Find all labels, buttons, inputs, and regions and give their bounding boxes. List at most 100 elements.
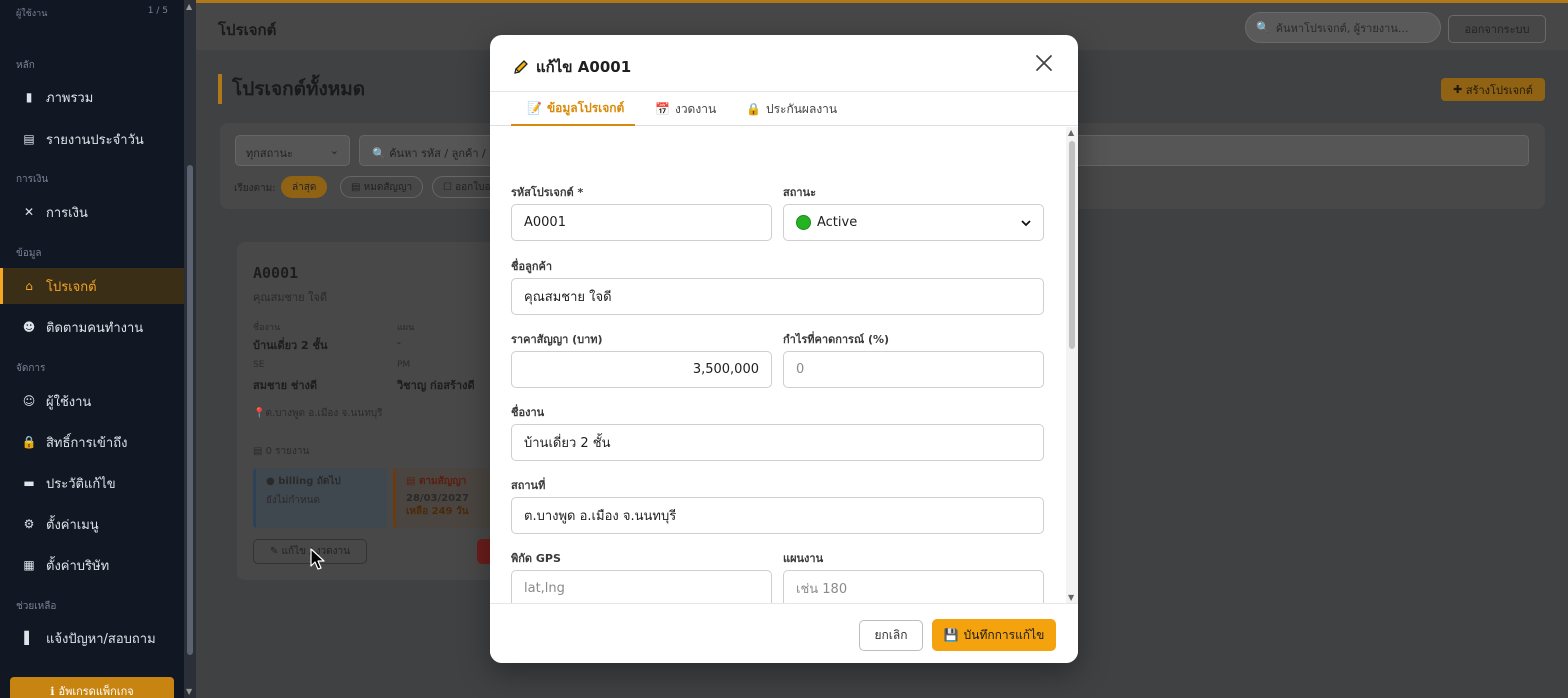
project-location-text: ต.บางพูด อ.เมือง จ.นนทบุรี xyxy=(265,408,383,419)
global-search-input[interactable]: 🔍 ค้นหาโปรเจกต์, ผู้รายงาน... xyxy=(1245,12,1441,43)
tab-installments[interactable]: 📅 งวดงาน xyxy=(655,92,716,126)
sidebar-page-indicator: 1 / 5 xyxy=(147,6,168,16)
coin-icon: ● xyxy=(266,476,279,487)
floppy-disk-icon: 💾 xyxy=(943,628,959,642)
scroll-down-icon[interactable]: ▼ xyxy=(1068,593,1074,602)
sidebar-item-label: ตั้งค่าเมนู xyxy=(46,517,99,533)
scroll-down-icon[interactable]: ▼ xyxy=(186,687,192,696)
sidebar-item-projects[interactable]: ⌂ โปรเจกต์ xyxy=(0,268,184,304)
book-icon: ▌ xyxy=(24,631,34,645)
profit-label: กำไรที่คาดการณ์ (%) xyxy=(783,333,890,346)
users-icon: ☺ xyxy=(22,394,36,408)
project-search-placeholder: ค้นหา รหัส / ลูกค้า / xyxy=(389,147,486,160)
status-value-text: Active xyxy=(817,215,858,230)
global-search-placeholder: ค้นหาโปรเจกต์, ผู้รายงาน... xyxy=(1275,21,1409,35)
sidebar-item-overview[interactable]: ▮ ภาพรวม xyxy=(0,79,184,115)
tab-label: งวดงาน xyxy=(674,101,717,116)
gps-label: พิกัด GPS xyxy=(511,552,561,565)
money-icon: ✕ xyxy=(23,205,35,219)
sidebar-item-menu-settings[interactable]: ⚙ ตั้งค่าเมนู xyxy=(0,506,184,542)
section-finance: การเงิน xyxy=(16,174,49,185)
edit-project-modal: แก้ไข A0001 📝 ข้อมูลโปรเจกต์ 📅 งวดงาน 🔒 … xyxy=(490,35,1078,663)
create-project-label: สร้างโปรเจกต์ xyxy=(1465,83,1533,97)
gps-input[interactable]: lat,lng xyxy=(511,570,772,603)
billing-value: ยังไม่กำหนด xyxy=(266,495,320,506)
sort-chip-latest[interactable]: ล่าสุด xyxy=(281,176,328,198)
close-icon[interactable] xyxy=(1034,53,1054,73)
upgrade-button[interactable]: ℹ อัพเกรดแพ็กเกจ xyxy=(10,677,174,698)
status-select[interactable]: Active xyxy=(783,204,1044,241)
job-name-label: ชื่องาน xyxy=(511,406,545,419)
document-icon: ▤ xyxy=(406,476,419,487)
pin-icon: 📍 xyxy=(253,408,266,419)
create-project-button[interactable]: ✚ สร้างโปรเจกต์ xyxy=(1441,78,1545,101)
section-main: หลัก xyxy=(16,60,35,71)
sidebar-item-label: รายงานประจำวัน xyxy=(46,132,144,148)
sidebar-scrollbar[interactable]: ▲ ▼ xyxy=(184,0,196,698)
pm-label: PM xyxy=(397,360,411,370)
scroll-up-icon[interactable]: ▲ xyxy=(1068,128,1074,137)
place-label: สถานที่ xyxy=(511,479,546,492)
code-label: รหัสโปรเจกต์ * xyxy=(511,186,584,199)
modal-header: แก้ไข A0001 xyxy=(490,35,1078,92)
upgrade-label: อัพเกรดแพ็กเกจ xyxy=(58,685,134,698)
modal-tabs: 📝 ข้อมูลโปรเจกต์ 📅 งวดงาน 🔒 ประกันผลงาน xyxy=(490,92,1078,126)
project-card[interactable]: A0001 คุณสมชาย ใจดี ชื่องาน บ้านเดี่ยว 2… xyxy=(237,242,497,580)
code-input[interactable]: A0001 xyxy=(511,204,772,241)
modal-form: รหัสโปรเจกต์ * A0001 สถานะ Active ชื่อลู… xyxy=(490,127,1066,603)
modal-title-text: แก้ไข A0001 xyxy=(536,58,632,76)
save-label: บันทึกการแก้ไข xyxy=(963,627,1045,642)
report-count: ▤ 0 รายงาน xyxy=(253,444,309,459)
logout-button[interactable]: ออกจากระบบ xyxy=(1448,15,1546,43)
status-value: Active xyxy=(796,215,857,230)
lock-icon: 🔒 xyxy=(746,102,761,116)
sidebar-item-history[interactable]: ▬ ประวัติแก้ไข xyxy=(0,465,184,501)
sidebar-scroll-thumb[interactable] xyxy=(187,165,193,655)
contract-days-left: เหลือ 249 วัน xyxy=(406,506,469,517)
sidebar-item-daily-report[interactable]: ▤ รายงานประจำวัน xyxy=(0,121,184,157)
sidebar-item-finance[interactable]: ✕ การเงิน xyxy=(0,194,184,230)
contract-tile: ▤ ตามสัญญา 28/03/2027 เหลือ 249 วัน xyxy=(393,468,497,528)
profit-input[interactable]: 0 xyxy=(783,351,1044,388)
gear-icon: ⚙ xyxy=(23,517,35,531)
sort-chip-contract-expiry[interactable]: ▤ หมดสัญญา xyxy=(340,176,424,198)
status-filter-select[interactable]: ทุกสถานะ ⌄ xyxy=(235,135,350,166)
topbar-title: โปรเจกต์ xyxy=(218,21,277,39)
modal-scrollbar[interactable]: ▲ ▼ xyxy=(1066,127,1078,603)
sidebar-item-worker-tracking[interactable]: ☻ ติดตามคนทำงาน xyxy=(0,309,184,345)
info-icon: ℹ xyxy=(50,684,55,698)
tab-project-info[interactable]: 📝 ข้อมูลโปรเจกต์ xyxy=(511,92,635,126)
billing-title-text: billing ถัดไป xyxy=(278,476,341,487)
se-value: สมชาย ช่างดี xyxy=(253,379,318,392)
sidebar-item-access[interactable]: 🔒 สิทธิ์การเข้าถึง xyxy=(0,424,184,460)
price-input[interactable]: 3,500,000 xyxy=(511,351,772,388)
project-code: A0001 xyxy=(253,264,299,282)
modal-scroll-thumb[interactable] xyxy=(1069,141,1075,349)
save-button[interactable]: 💾 บันทึกการแก้ไข xyxy=(932,619,1056,651)
sidebar-item-label: ติดตามคนทำงาน xyxy=(46,320,144,336)
sidebar-user-label: ผู้ใช้งาน xyxy=(16,9,48,19)
worker-icon: ☻ xyxy=(22,320,36,334)
plan-input[interactable]: เช่น 180 xyxy=(783,570,1044,603)
chart-icon: ▮ xyxy=(25,90,33,104)
place-input[interactable]: ต.บางพูด อ.เมือง จ.นนทบุรี xyxy=(511,497,1044,534)
contract-title-text: ตามสัญญา xyxy=(418,476,467,487)
tab-warranty[interactable]: 🔒 ประกันผลงาน xyxy=(746,92,837,126)
job-name-input[interactable]: บ้านเดี่ยว 2 ชั้น xyxy=(511,424,1044,461)
mouse-cursor-icon xyxy=(310,548,325,570)
sidebar-item-company-settings[interactable]: ▦ ตั้งค่าบริษัท xyxy=(0,547,184,583)
folder-icon: ▬ xyxy=(23,476,35,490)
pencil-icon: ✎ xyxy=(270,546,282,557)
scroll-up-icon[interactable]: ▲ xyxy=(186,2,192,11)
plus-icon: ✚ xyxy=(1453,83,1466,96)
sidebar-item-users[interactable]: ☺ ผู้ใช้งาน xyxy=(0,383,184,419)
job-value: บ้านเดี่ยว 2 ชั้น xyxy=(253,339,328,352)
sidebar-item-label: ผู้ใช้งาน xyxy=(46,394,92,410)
client-input[interactable]: คุณสมชาย ใจดี xyxy=(511,278,1044,315)
sidebar-item-report-issue[interactable]: ▌ แจ้งปัญหา/สอบถาม xyxy=(0,620,184,656)
billing-title: ● billing ถัดไป xyxy=(266,474,377,489)
modal-footer: ยกเลิก 💾 บันทึกการแก้ไข xyxy=(490,603,1078,663)
se-label: SE xyxy=(253,360,265,370)
calendar-icon: 📅 xyxy=(655,102,670,116)
cancel-button[interactable]: ยกเลิก xyxy=(859,620,923,651)
